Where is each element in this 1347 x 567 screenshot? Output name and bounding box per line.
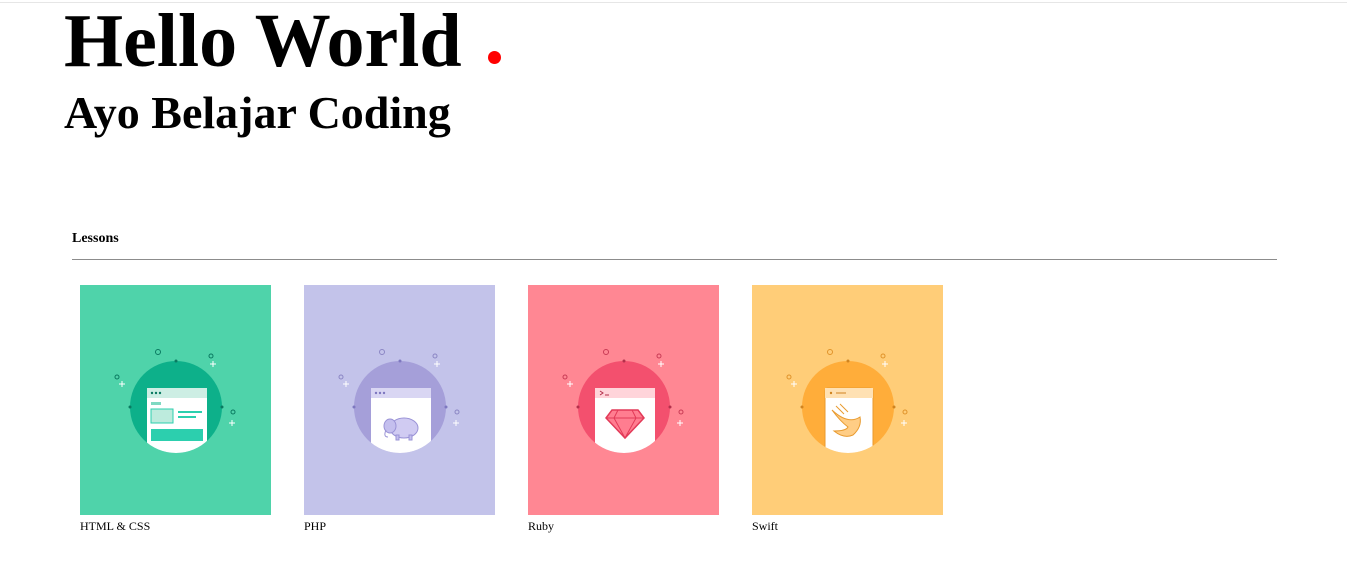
- lesson-thumbnail[interactable]: [80, 285, 271, 515]
- swift-bird-icon: [786, 349, 908, 453]
- ruby-gem-icon: [562, 349, 684, 453]
- hero: Hello World Ayo Belajar Coding: [64, 0, 501, 138]
- lessons-divider: [72, 259, 1277, 260]
- lesson-card-php[interactable]: PHP: [304, 285, 495, 533]
- lesson-card-swift[interactable]: Swift: [752, 285, 943, 533]
- lesson-card-label[interactable]: Ruby: [528, 519, 719, 533]
- lesson-thumbnail[interactable]: [528, 285, 719, 515]
- lesson-thumbnail[interactable]: [304, 285, 495, 515]
- html-css-icon: [114, 349, 236, 453]
- hero-title-text: Hello World: [64, 0, 462, 83]
- lessons-section: Lessons: [72, 229, 1277, 260]
- php-elephant-icon: [338, 349, 460, 453]
- lessons-heading: Lessons: [72, 231, 119, 246]
- lesson-thumbnail[interactable]: [752, 285, 943, 515]
- lesson-card-label[interactable]: PHP: [304, 519, 495, 533]
- lesson-cards: HTML & CSS PHP Ruby Swift: [80, 285, 943, 533]
- lesson-card-html-css[interactable]: HTML & CSS: [80, 285, 271, 533]
- hero-subtitle: Ayo Belajar Coding: [64, 87, 451, 138]
- lesson-card-ruby[interactable]: Ruby: [528, 285, 719, 533]
- red-dot-icon: [487, 51, 501, 64]
- lesson-card-label[interactable]: HTML & CSS: [80, 519, 271, 533]
- hero-title: Hello World: [64, 3, 501, 79]
- lesson-card-label[interactable]: Swift: [752, 519, 943, 533]
